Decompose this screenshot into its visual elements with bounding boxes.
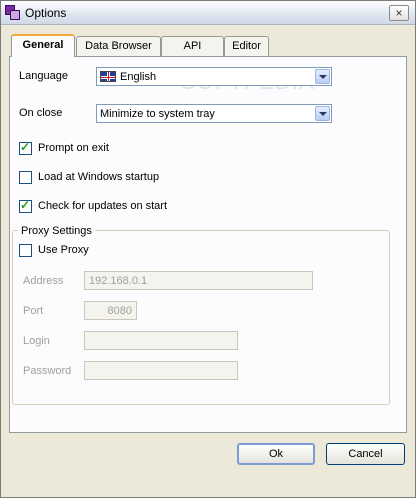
- port-label: Port: [23, 305, 44, 317]
- chevron-down-icon[interactable]: [315, 106, 330, 121]
- language-value: English: [120, 71, 157, 83]
- on-close-select[interactable]: Minimize to system tray: [96, 104, 332, 123]
- language-select[interactable]: English: [96, 67, 332, 86]
- load-at-startup-checkbox[interactable]: [19, 171, 32, 184]
- use-proxy-label: Use Proxy: [38, 244, 89, 256]
- address-label: Address: [23, 275, 64, 287]
- password-label: Password: [23, 365, 72, 377]
- on-close-label: On close: [19, 107, 63, 119]
- address-value: 192.168.0.1: [89, 275, 148, 287]
- uk-flag-icon: [100, 71, 116, 82]
- proxy-settings-title: Proxy Settings: [18, 225, 95, 237]
- check-updates-label: Check for updates on start: [38, 200, 168, 212]
- prompt-on-exit-checkbox[interactable]: ✓: [19, 140, 32, 155]
- address-field[interactable]: 192.168.0.1: [84, 271, 313, 290]
- login-label: Login: [23, 335, 50, 347]
- options-window: Options × General Data Browser API Edito…: [0, 0, 416, 498]
- language-label: Language: [19, 70, 68, 82]
- check-updates-checkbox[interactable]: ✓: [19, 198, 32, 213]
- check-icon: ✓: [20, 140, 31, 154]
- use-proxy-checkbox[interactable]: [19, 244, 32, 257]
- ok-button[interactable]: Ok: [237, 443, 315, 465]
- load-at-startup-label: Load at Windows startup: [38, 171, 160, 183]
- check-icon: ✓: [20, 198, 31, 212]
- cancel-button[interactable]: Cancel: [326, 443, 405, 465]
- port-value: 8080: [107, 305, 132, 317]
- password-field[interactable]: [84, 361, 238, 380]
- login-field[interactable]: [84, 331, 238, 350]
- on-close-value: Minimize to system tray: [100, 108, 215, 120]
- prompt-on-exit-label: Prompt on exit: [38, 142, 109, 154]
- chevron-down-icon[interactable]: [315, 69, 330, 84]
- port-field[interactable]: 8080: [84, 301, 137, 320]
